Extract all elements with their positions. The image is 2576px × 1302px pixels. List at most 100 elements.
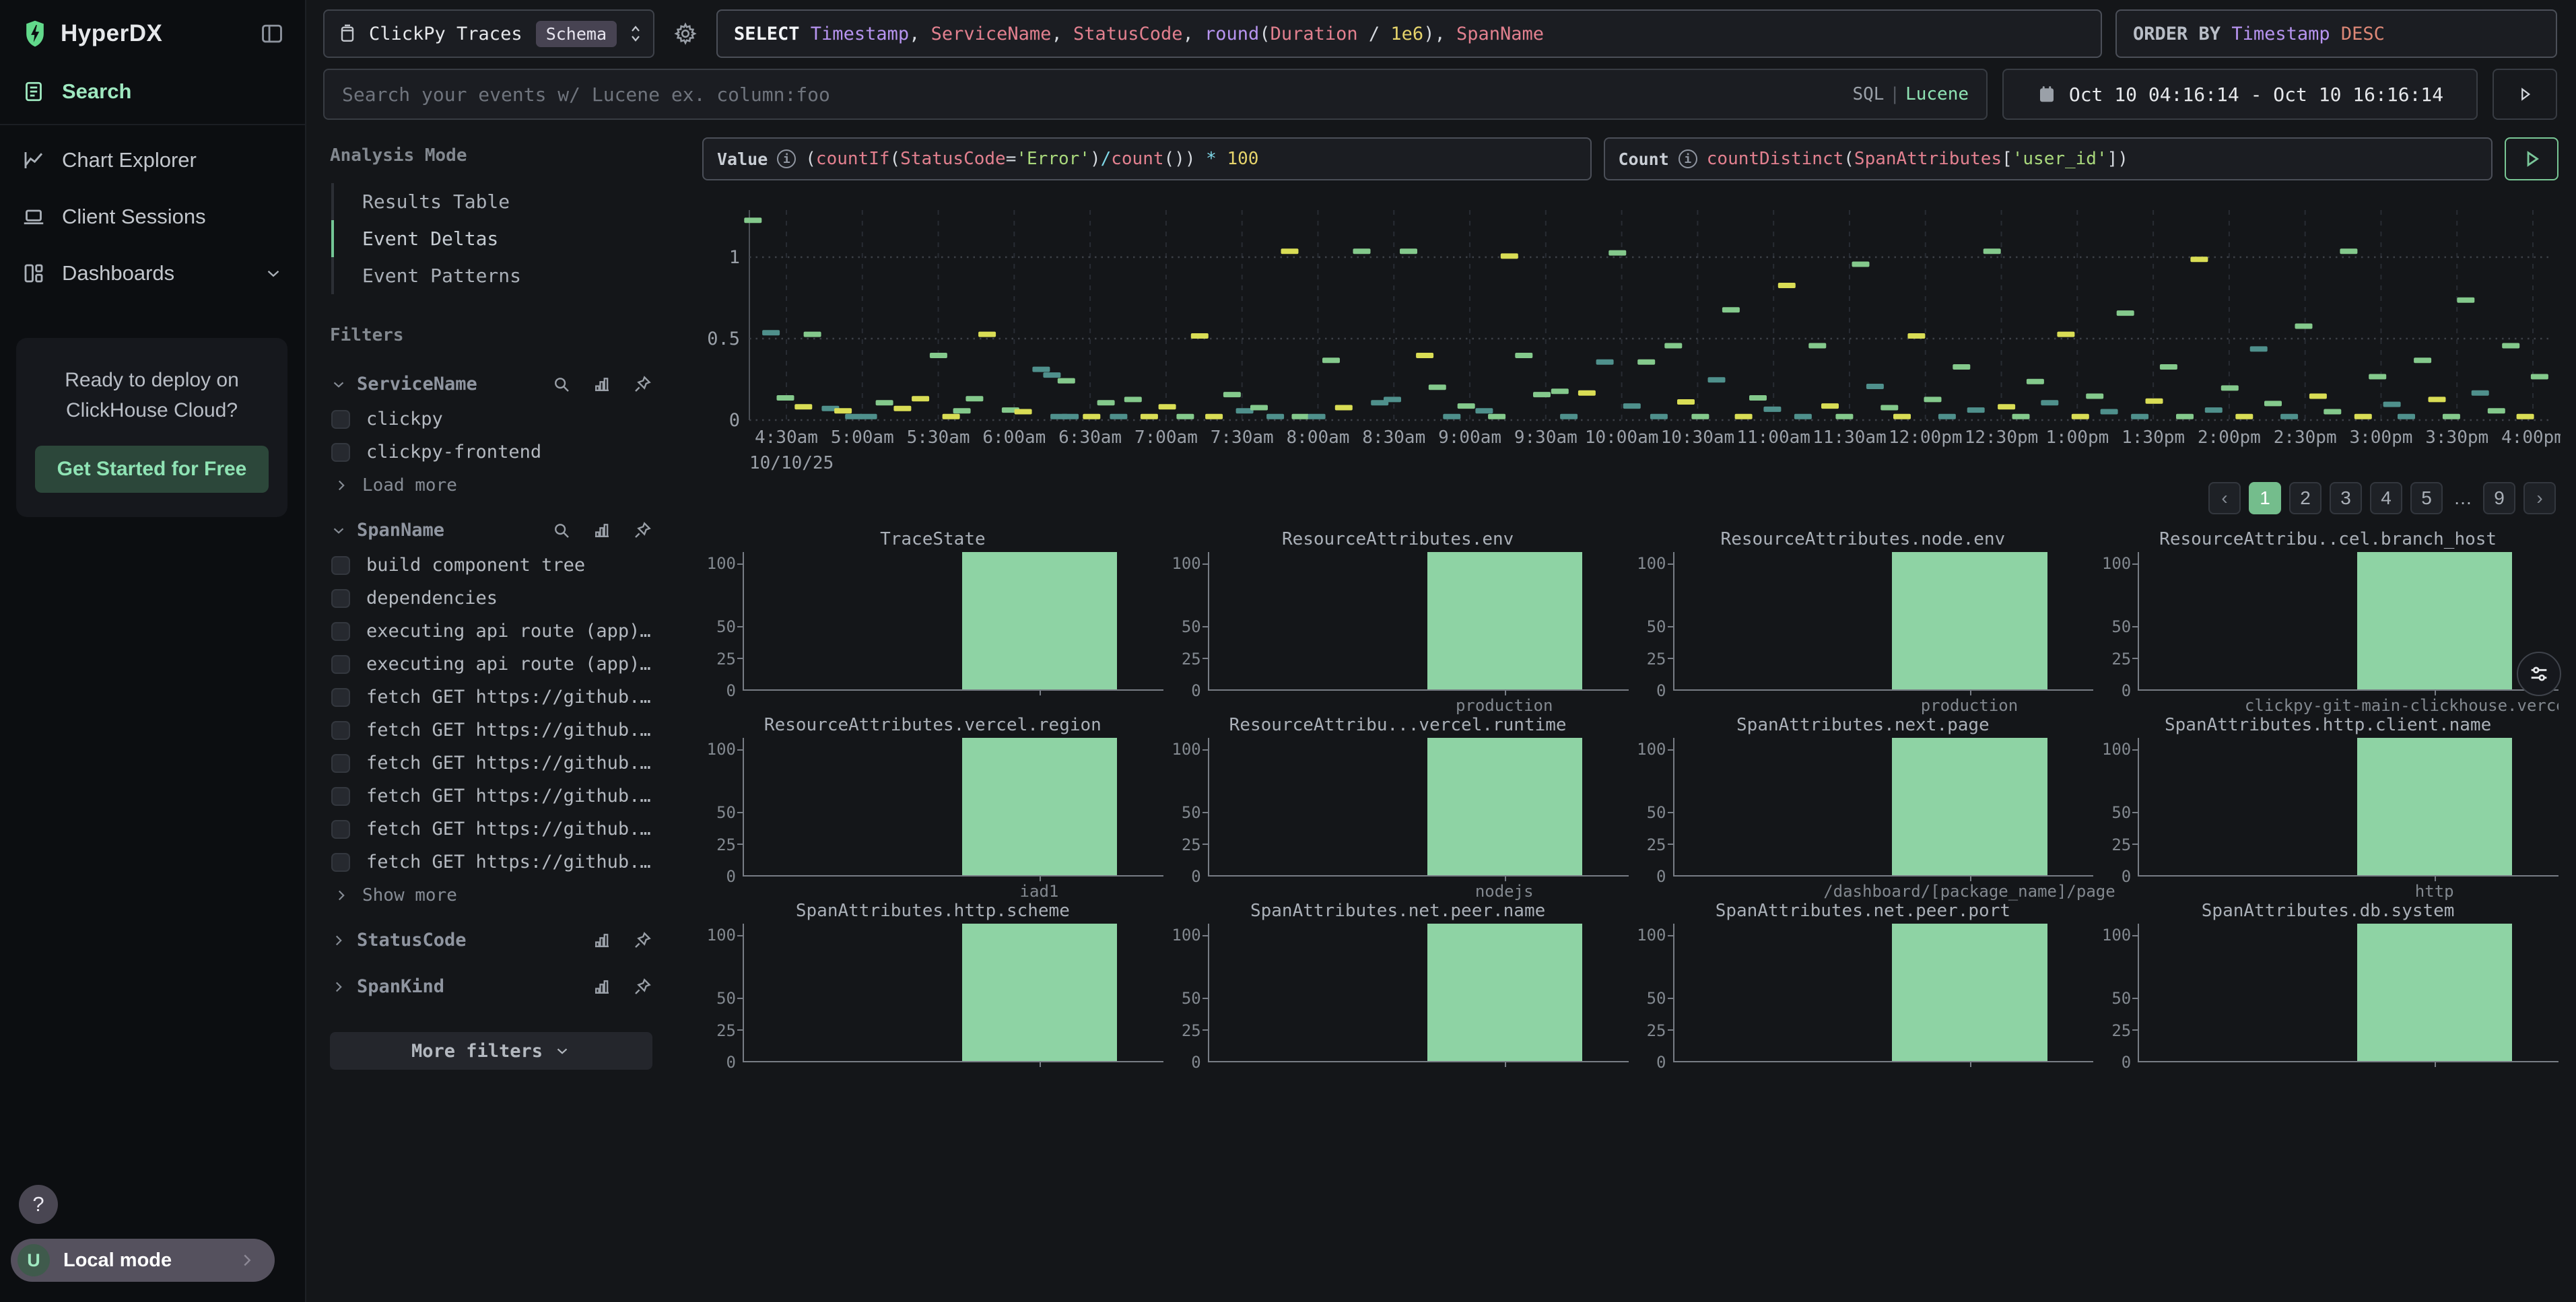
user-menu[interactable]: U Local mode xyxy=(11,1239,275,1282)
search-icon[interactable] xyxy=(551,520,572,541)
bar[interactable] xyxy=(962,552,1117,689)
event-deltas-chart[interactable]: 4:30am5:00am5:30am6:00am6:30am7:00am7:30… xyxy=(702,205,2558,474)
run-search-button[interactable] xyxy=(2493,69,2557,120)
filter-group-header[interactable]: StatusCode xyxy=(330,919,652,959)
attribute-chart[interactable]: ResourceAttributes.env 02550100 producti… xyxy=(1167,529,1629,711)
filter-checkbox[interactable] xyxy=(331,589,350,608)
filter-group-header[interactable]: SpanName xyxy=(330,509,652,549)
filter-option[interactable]: clickpy-frontend xyxy=(330,436,652,469)
filter-more-link[interactable]: Show more xyxy=(330,879,652,912)
filter-checkbox[interactable] xyxy=(331,853,350,872)
bar[interactable] xyxy=(1427,738,1582,875)
filter-option[interactable]: fetch GET https://github.… xyxy=(330,846,652,879)
chart-icon[interactable] xyxy=(592,374,612,395)
help-button[interactable]: ? xyxy=(19,1185,58,1224)
pin-icon[interactable] xyxy=(632,374,652,395)
filter-checkbox[interactable] xyxy=(331,688,350,707)
filter-option[interactable]: build component tree xyxy=(330,549,652,582)
bar[interactable] xyxy=(962,738,1117,875)
filter-option[interactable]: clickpy xyxy=(330,403,652,436)
bar[interactable] xyxy=(1892,924,2047,1061)
bar[interactable] xyxy=(1892,738,2047,875)
sidebar-item-dashboards[interactable]: Dashboards xyxy=(0,245,305,302)
filter-checkbox[interactable] xyxy=(331,721,350,740)
sidebar-item-search[interactable]: Search xyxy=(0,63,305,120)
source-select[interactable]: ClickPy Traces Schema xyxy=(323,9,654,58)
filter-checkbox[interactable] xyxy=(331,787,350,806)
value-expression-input[interactable]: Value i (countIf(StatusCode='Error')/cou… xyxy=(702,137,1592,180)
filter-checkbox[interactable] xyxy=(331,410,350,429)
filter-group-name[interactable]: SpanKind xyxy=(357,976,592,997)
attribute-chart[interactable]: ResourceAttribu...vercel.runtime 0255010… xyxy=(1167,715,1629,897)
filter-option[interactable]: executing api route (app)… xyxy=(330,648,652,681)
pagination-next[interactable]: › xyxy=(2523,482,2556,514)
pagination-page-4[interactable]: 4 xyxy=(2370,482,2402,514)
filter-more-link[interactable]: Load more xyxy=(330,469,652,502)
attribute-chart[interactable]: SpanAttributes.net.peer.name 02550100 z5… xyxy=(1167,901,1629,1069)
gear-icon[interactable] xyxy=(668,16,703,51)
filter-group-name[interactable]: StatusCode xyxy=(357,930,592,951)
filter-option[interactable]: dependencies xyxy=(330,582,652,615)
filter-option[interactable]: executing api route (app)… xyxy=(330,615,652,648)
get-started-button[interactable]: Get Started for Free xyxy=(35,446,269,493)
attribute-chart[interactable]: ResourceAttributes.node.env 02550100 pro… xyxy=(1633,529,2094,711)
filter-option[interactable]: fetch GET https://github.… xyxy=(330,747,652,780)
filter-checkbox[interactable] xyxy=(331,443,350,462)
mode-lucene[interactable]: Lucene xyxy=(1905,84,1969,104)
pagination-page-2[interactable]: 2 xyxy=(2289,482,2321,514)
attribute-chart[interactable]: SpanAttributes.net.peer.port 02550100 84… xyxy=(1633,901,2094,1069)
bar[interactable] xyxy=(1892,552,2047,689)
pagination-page-5[interactable]: 5 xyxy=(2410,482,2443,514)
filter-option[interactable]: fetch GET https://github.… xyxy=(330,714,652,747)
filter-checkbox[interactable] xyxy=(331,754,350,773)
chevron-right-icon[interactable] xyxy=(330,978,347,996)
filter-option[interactable]: fetch GET https://github.… xyxy=(330,681,652,714)
pagination-prev[interactable]: ‹ xyxy=(2208,482,2241,514)
bar[interactable] xyxy=(1427,552,1582,689)
search-icon[interactable] xyxy=(551,374,572,395)
filter-group-name[interactable]: ServiceName xyxy=(357,374,551,395)
filter-checkbox[interactable] xyxy=(331,622,350,641)
chevron-down-icon[interactable] xyxy=(330,376,347,393)
filter-option[interactable]: fetch GET https://github.… xyxy=(330,813,652,846)
filter-checkbox[interactable] xyxy=(331,655,350,674)
run-analysis-button[interactable] xyxy=(2505,137,2558,180)
filter-checkbox[interactable] xyxy=(331,556,350,575)
pin-icon[interactable] xyxy=(632,930,652,951)
analysis-mode-event-patterns[interactable]: Event Patterns xyxy=(330,257,652,294)
pagination-page-1[interactable]: 1 xyxy=(2249,482,2281,514)
filter-group-name[interactable]: SpanName xyxy=(357,520,551,541)
filter-group-header[interactable]: ServiceName xyxy=(330,363,652,403)
bar[interactable] xyxy=(2357,738,2512,875)
bar[interactable] xyxy=(2357,924,2512,1061)
analysis-mode-results-table[interactable]: Results Table xyxy=(330,183,652,220)
filter-option[interactable]: fetch GET https://github.… xyxy=(330,780,652,813)
more-filters-button[interactable]: More filters xyxy=(330,1032,652,1070)
sidebar-collapse-icon[interactable] xyxy=(259,21,285,46)
chevron-right-icon[interactable] xyxy=(330,932,347,949)
chart-icon[interactable] xyxy=(592,977,612,997)
filter-group-header[interactable]: SpanKind xyxy=(330,965,652,1005)
pin-icon[interactable] xyxy=(632,520,652,541)
chart-settings-fab[interactable] xyxy=(2517,652,2561,696)
attribute-chart[interactable]: ResourceAttribu..cel.branch_host 0255010… xyxy=(2097,529,2558,711)
bar[interactable] xyxy=(2357,552,2512,689)
chart-icon[interactable] xyxy=(592,930,612,951)
filter-checkbox[interactable] xyxy=(331,820,350,839)
pin-icon[interactable] xyxy=(632,977,652,997)
attribute-chart[interactable]: SpanAttributes.db.system 02550100 clickh… xyxy=(2097,901,2558,1069)
attribute-chart[interactable]: SpanAttributes.http.client.name 02550100… xyxy=(2097,715,2558,897)
chart-icon[interactable] xyxy=(592,520,612,541)
chevron-down-icon[interactable] xyxy=(330,522,347,539)
search-input[interactable]: Search your events w/ Lucene ex. column:… xyxy=(323,69,1988,120)
attribute-chart[interactable]: SpanAttributes.next.page 02550100 /dashb… xyxy=(1633,715,2094,897)
date-range-picker[interactable]: Oct 10 04:16:14 - Oct 10 16:16:14 xyxy=(2002,69,2478,120)
attribute-chart[interactable]: ResourceAttributes.vercel.region 0255010… xyxy=(702,715,1163,897)
sidebar-item-client-sessions[interactable]: Client Sessions xyxy=(0,189,305,245)
bar[interactable] xyxy=(962,924,1117,1061)
analysis-mode-event-deltas[interactable]: Event Deltas xyxy=(330,220,652,257)
sql-select-input[interactable]: SELECT Timestamp, ServiceName, StatusCod… xyxy=(716,9,2102,58)
bar[interactable] xyxy=(1427,924,1582,1061)
attribute-chart[interactable]: TraceState 02550100 xyxy=(702,529,1163,711)
pagination-page-9[interactable]: 9 xyxy=(2483,482,2515,514)
